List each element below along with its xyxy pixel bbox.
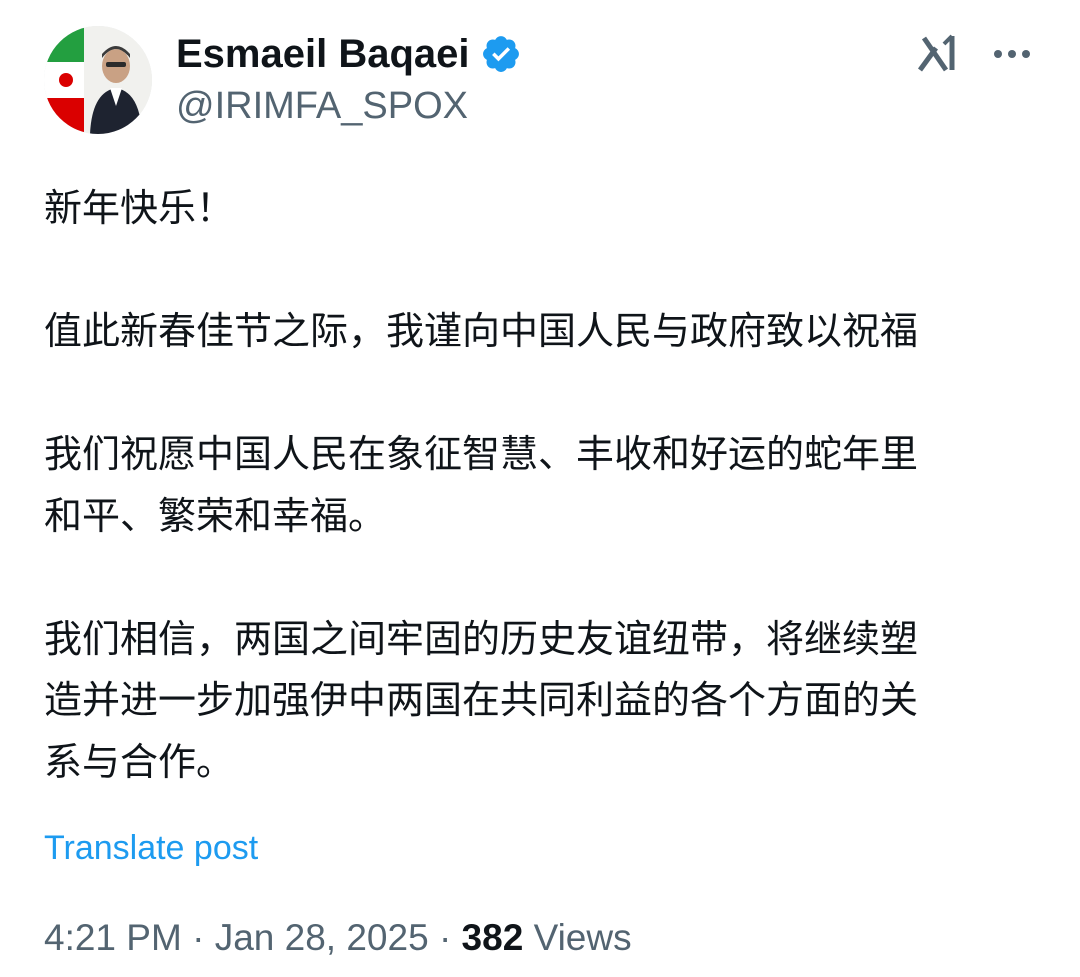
author-name-row: Esmaeil Baqaei [176, 30, 522, 78]
post-date[interactable]: Jan 28, 2025 [215, 917, 429, 958]
post-card: Esmaeil Baqaei @IRIMFA_SPOX 新年快乐！ 值此新春佳节… [0, 0, 1080, 977]
grok-icon [917, 34, 955, 72]
author-handle[interactable]: @IRIMFA_SPOX [176, 84, 468, 128]
post-time[interactable]: 4:21 PM [44, 917, 182, 958]
more-options-button[interactable] [988, 30, 1036, 78]
verified-badge-icon [482, 36, 519, 72]
post-paragraph: 值此新春佳节之际，我谨向中国人民与政府致以祝福 [44, 309, 919, 353]
more-options-icon [994, 50, 1030, 58]
views-label: Views [533, 917, 632, 958]
post-paragraph: 我们祝愿中国人民在象征智慧、丰收和好运的蛇年里 和平、繁荣和幸福。 [44, 432, 919, 538]
avatar-image [44, 26, 152, 134]
avatar[interactable] [44, 26, 152, 134]
translate-post-link[interactable]: Translate post [44, 828, 258, 868]
meta-separator: · [438, 917, 452, 958]
views-count: 382 [461, 917, 524, 958]
meta-separator: · [192, 917, 205, 958]
post-paragraph: 我们相信，两国之间牢固的历史友谊纽带，将继续塑 造并进一步加强伊中两国在共同利益… [44, 616, 919, 784]
author-display-name[interactable]: Esmaeil Baqaei [176, 30, 470, 78]
grok-button[interactable] [916, 30, 964, 78]
post-metadata: 4:21 PM · Jan 28, 2025 · 382 Views [44, 916, 632, 960]
post-paragraph: 新年快乐！ [44, 186, 235, 230]
post-text: 新年快乐！ 值此新春佳节之际，我谨向中国人民与政府致以祝福 我们祝愿中国人民在象… [44, 178, 1036, 793]
